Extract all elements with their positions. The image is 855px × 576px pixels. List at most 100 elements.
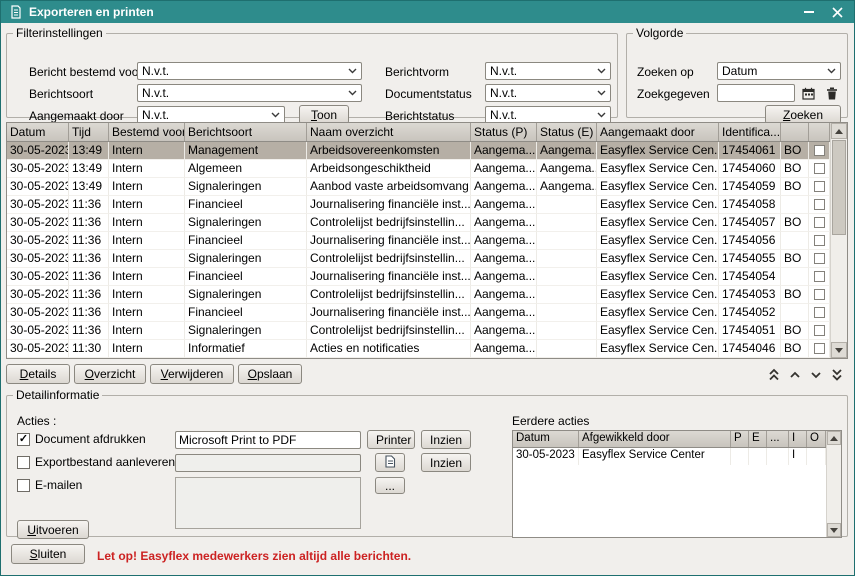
scroll-up-button[interactable] <box>786 365 804 383</box>
table-row[interactable]: 30-05-202311:36InternFinancieelJournalis… <box>7 232 847 250</box>
opslaan-button[interactable]: Opslaan <box>238 364 302 384</box>
table-cell: I <box>789 448 807 465</box>
row-checkbox[interactable] <box>809 322 830 340</box>
column-header[interactable]: Berichtsoort <box>185 123 307 141</box>
documentstatus-select[interactable]: N.v.t. <box>485 84 611 102</box>
scroll-top-button[interactable] <box>765 365 783 383</box>
email-recipients-box[interactable] <box>175 477 361 529</box>
table-cell: Signaleringen <box>185 214 307 232</box>
row-checkbox[interactable] <box>809 304 830 322</box>
column-header[interactable]: ... <box>767 431 789 447</box>
column-header[interactable] <box>809 123 830 141</box>
column-header[interactable]: E <box>749 431 767 447</box>
bericht-bestemd-voor-select[interactable]: N.v.t. <box>137 62 362 80</box>
table-cell: Financieel <box>185 304 307 322</box>
inzien-export-button[interactable]: Inzien <box>421 453 471 472</box>
details-button[interactable]: Details <box>6 364 70 384</box>
table-row[interactable]: 30-05-202311:36InternFinancieelJournalis… <box>7 196 847 214</box>
export-file-input[interactable] <box>175 454 361 472</box>
sluiten-button[interactable]: Sluiten <box>11 544 85 564</box>
table-row[interactable]: 30-05-202313:49InternAlgemeenArbeidsonge… <box>7 160 847 178</box>
table-row[interactable]: 30-05-2023Easyflex Service CenterI <box>513 448 841 465</box>
column-header[interactable]: Tijd <box>69 123 109 141</box>
printer-button[interactable]: Printer <box>367 430 415 449</box>
row-checkbox[interactable] <box>809 214 830 232</box>
clear-button[interactable] <box>823 85 841 102</box>
table-row[interactable]: 30-05-202311:36InternFinancieelJournalis… <box>7 268 847 286</box>
row-checkbox[interactable] <box>809 232 830 250</box>
table-cell: Intern <box>109 232 185 250</box>
overzicht-button[interactable]: Overzicht <box>74 364 146 384</box>
column-header[interactable]: I <box>789 431 807 447</box>
close-icon <box>832 7 843 18</box>
table-cell: Easyflex Service Cen... <box>597 322 719 340</box>
table-cell: Management <box>185 142 307 160</box>
table-scrollbar[interactable] <box>830 123 847 358</box>
printer-name-input[interactable] <box>175 431 361 449</box>
verwijderen-button[interactable]: Verwijderen <box>150 364 234 384</box>
zoekgegeven-input[interactable] <box>717 84 795 102</box>
table-cell: 30-05-2023 <box>7 250 69 268</box>
exportbestand-checkbox[interactable] <box>17 456 30 469</box>
scrollbar-down-button[interactable] <box>831 342 847 358</box>
close-button[interactable] <box>828 4 846 20</box>
table-cell: Journalisering financiële inst... <box>307 196 471 214</box>
scrollbar-thumb[interactable] <box>832 140 846 235</box>
scrollbar-up-button[interactable] <box>827 431 841 445</box>
row-checkbox[interactable] <box>809 160 830 178</box>
export-file-button[interactable] <box>375 453 405 472</box>
row-checkbox[interactable] <box>809 178 830 196</box>
minimize-button[interactable] <box>800 4 818 20</box>
table-row[interactable]: 30-05-202311:36InternSignaleringenContro… <box>7 286 847 304</box>
scrollbar-down-button[interactable] <box>827 523 841 537</box>
table-row[interactable]: 30-05-202311:36InternSignaleringenContro… <box>7 322 847 340</box>
column-header[interactable]: P <box>731 431 749 447</box>
eerdere-acties-scrollbar[interactable] <box>826 431 841 537</box>
row-checkbox[interactable] <box>809 268 830 286</box>
checkbox-box <box>814 253 825 264</box>
column-header[interactable]: O <box>807 431 826 447</box>
table-cell: 11:36 <box>69 304 109 322</box>
column-header[interactable]: Naam overzicht <box>307 123 471 141</box>
table-cell: Aangema... <box>471 268 537 286</box>
scrollbar-up-button[interactable] <box>831 123 847 139</box>
berichtsoort-select[interactable]: N.v.t. <box>137 84 362 102</box>
calendar-button[interactable] <box>799 85 817 102</box>
column-header[interactable]: Aangemaakt door <box>597 123 719 141</box>
table-row[interactable]: 30-05-202311:30InternInformatiefActies e… <box>7 340 847 358</box>
column-header[interactable]: Identifica... <box>719 123 781 141</box>
document-afdrukken-checkbox[interactable]: ✓ <box>17 433 30 446</box>
row-checkbox[interactable] <box>809 286 830 304</box>
row-checkbox[interactable] <box>809 340 830 358</box>
detail-info-group: Detailinformatie Acties : ✓ Document afd… <box>6 388 848 537</box>
column-header[interactable]: Datum <box>7 123 69 141</box>
table-row[interactable]: 30-05-202313:49InternSignaleringenAanbod… <box>7 178 847 196</box>
scroll-bottom-button[interactable] <box>828 365 846 383</box>
table-row[interactable]: 30-05-202311:36InternSignaleringenContro… <box>7 250 847 268</box>
table-row[interactable]: 30-05-202313:49InternManagementArbeidsov… <box>7 142 847 160</box>
scroll-down-button[interactable] <box>807 365 825 383</box>
row-checkbox[interactable] <box>809 196 830 214</box>
berichtvorm-select[interactable]: N.v.t. <box>485 62 611 80</box>
column-header[interactable] <box>781 123 809 141</box>
row-checkbox[interactable] <box>809 142 830 160</box>
column-header[interactable]: Status (P) <box>471 123 537 141</box>
table-cell: BO <box>781 178 809 196</box>
checkbox-box <box>814 271 825 282</box>
table-row[interactable]: 30-05-202311:36InternFinancieelJournalis… <box>7 304 847 322</box>
table-cell: 30-05-2023 <box>7 196 69 214</box>
table-cell: Easyflex Service Cen... <box>597 196 719 214</box>
volgorde-legend: Volgorde <box>633 26 686 40</box>
column-header[interactable]: Datum <box>513 431 579 447</box>
table-cell: Aangema... <box>471 160 537 178</box>
row-checkbox[interactable] <box>809 250 830 268</box>
email-browse-button[interactable]: ... <box>375 477 405 494</box>
zoeken-op-select[interactable]: Datum <box>717 62 841 80</box>
column-header[interactable]: Status (E) <box>537 123 597 141</box>
uitvoeren-button[interactable]: Uitvoeren <box>17 520 89 539</box>
column-header[interactable]: Bestemd voor <box>109 123 185 141</box>
table-row[interactable]: 30-05-202311:36InternSignaleringenContro… <box>7 214 847 232</box>
emailen-checkbox[interactable] <box>17 479 30 492</box>
column-header[interactable]: Afgewikkeld door <box>579 431 731 447</box>
inzien-print-button[interactable]: Inzien <box>421 430 471 449</box>
